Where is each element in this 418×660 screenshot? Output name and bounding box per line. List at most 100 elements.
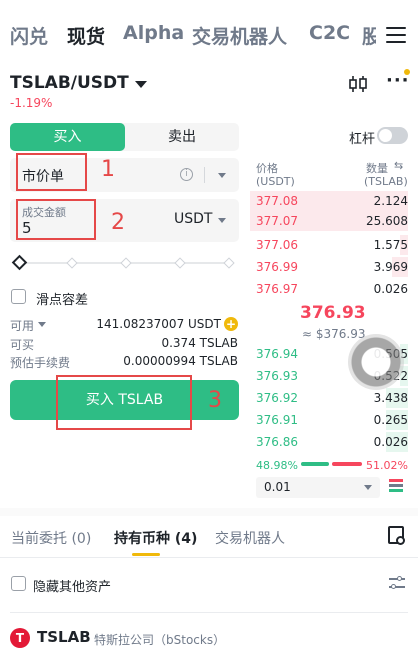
bid-qty: 3.438 [373, 391, 408, 405]
hide-other-assets-label: 隐藏其他资产 [33, 580, 112, 595]
nav-tab-spot[interactable]: 现货 [67, 22, 105, 49]
tab-holdings[interactable]: 持有币种 (4) [114, 528, 197, 548]
bid-qty: 0.265 [373, 413, 408, 427]
bid-row[interactable]: 376.86 0.026 [248, 432, 418, 452]
more-icon[interactable]: ··· [386, 72, 409, 94]
divider [204, 167, 205, 183]
bid-qty: 0.026 [373, 435, 408, 449]
pair-dropdown-icon[interactable] [135, 81, 147, 88]
slider-mark-100[interactable] [223, 257, 235, 269]
tesla-logo: T [10, 628, 30, 648]
ask-qty: 3.969 [373, 260, 408, 274]
top-nav: 闪兑 现货 Alpha 交易机器人 C2C 股 [0, 0, 418, 70]
annotation-number-3: 3 [208, 388, 222, 413]
bid-row[interactable]: 376.92 3.438 [248, 388, 418, 408]
annotation-box-3 [56, 375, 192, 430]
can-buy-label: 可买 [10, 338, 35, 352]
ask-row[interactable]: 377.06 1.575 [248, 235, 418, 255]
sell-ratio-bar [332, 462, 362, 466]
sell-tab[interactable]: 卖出 [125, 123, 239, 151]
price-header: 价格 [256, 162, 278, 175]
slider-mark-75[interactable] [174, 257, 186, 269]
asset-name: 特斯拉公司（bStocks） [94, 633, 226, 647]
qty-header: 数量 [366, 162, 388, 175]
info-icon[interactable]: i [180, 168, 193, 181]
chevron-down-icon[interactable] [38, 322, 46, 327]
annotation-number-1: 1 [101, 157, 115, 182]
fee-value: 0.00000994 TSLAB [123, 354, 238, 368]
asset-symbol[interactable]: TSLAB [37, 628, 91, 646]
ask-row[interactable]: 377.08 2.124 [248, 191, 418, 211]
hide-other-assets-checkbox[interactable] [11, 576, 26, 591]
buy-sell-toggle: 买入 卖出 [10, 123, 239, 151]
nav-tab-trading-bot[interactable]: 交易机器人 [192, 22, 287, 49]
qty-unit: (TSLAB) [364, 175, 408, 188]
ask-qty: 2.124 [373, 194, 408, 208]
chevron-down-icon [364, 485, 372, 490]
slippage-label: 滑点容差 [36, 293, 89, 308]
slider-thumb[interactable] [11, 254, 28, 271]
ask-price: 377.06 [256, 238, 298, 252]
layout-icon[interactable] [389, 479, 403, 493]
leverage-label: 杠杆 [349, 132, 376, 147]
nav-tab-convert[interactable]: 闪兑 [10, 22, 48, 49]
last-price-usd: ≈ $376.93 [302, 327, 366, 341]
bid-price: 376.94 [256, 347, 298, 361]
available-label: 可用 [10, 319, 35, 333]
slider-mark-25[interactable] [66, 257, 78, 269]
slippage-checkbox[interactable] [11, 289, 26, 304]
ask-row[interactable]: 376.99 3.969 [248, 257, 418, 277]
divider [10, 612, 408, 613]
ask-row[interactable]: 377.07 25.608 [248, 211, 418, 231]
nav-tab-c2c[interactable]: C2C [309, 22, 350, 44]
candlestick-icon[interactable] [348, 74, 368, 94]
toggle-knob [379, 129, 392, 142]
section-divider [0, 508, 418, 516]
chevron-down-icon [218, 218, 226, 223]
slider-mark-50[interactable] [120, 257, 132, 269]
active-tab-indicator [132, 553, 160, 556]
annotation-box-1 [16, 153, 87, 191]
history-icon[interactable] [388, 526, 405, 545]
tab-divider [0, 557, 418, 558]
last-price: 376.93 [300, 303, 366, 323]
tab-open-orders[interactable]: 当前委托 (0) [11, 528, 91, 548]
buy-tab[interactable]: 买入 [10, 123, 125, 151]
ask-price: 377.08 [256, 194, 298, 208]
ask-qty: 1.575 [373, 238, 408, 252]
buy-ratio-bar [301, 462, 329, 466]
leverage-toggle[interactable] [377, 127, 408, 144]
bid-price: 376.86 [256, 435, 298, 449]
pair-change: -1.19% [10, 96, 53, 110]
bid-price: 376.93 [256, 369, 298, 383]
can-buy-value: 0.374 TSLAB [161, 336, 238, 350]
amount-unit-select[interactable]: USDT [174, 211, 212, 227]
pair-symbol[interactable]: TSLAB/USDT [10, 73, 129, 93]
plus-icon[interactable]: + [224, 317, 238, 331]
chevron-down-icon [218, 173, 226, 178]
annotation-number-2: 2 [111, 210, 125, 235]
ask-price: 376.99 [256, 260, 298, 274]
amount-slider[interactable] [11, 254, 236, 271]
nav-tab-alpha[interactable]: Alpha [123, 22, 184, 44]
bid-price: 376.91 [256, 413, 298, 427]
bid-price: 376.92 [256, 391, 298, 405]
annotation-box-2 [16, 199, 96, 240]
menu-icon[interactable] [386, 26, 406, 44]
ask-price: 376.97 [256, 282, 298, 296]
swap-icon[interactable]: ⇆ [394, 159, 403, 172]
nav-tab-stocks[interactable]: 股 [362, 22, 376, 49]
ask-row[interactable]: 376.97 0.026 [248, 279, 418, 299]
bid-row[interactable]: 376.91 0.265 [248, 410, 418, 430]
fee-label: 预估手续费 [10, 356, 71, 370]
floating-assist-button[interactable] [348, 334, 404, 390]
notification-dot [404, 69, 410, 75]
precision-value: 0.01 [264, 480, 291, 494]
precision-select[interactable]: 0.01 [256, 477, 380, 498]
tab-trading-bot[interactable]: 交易机器人 [215, 528, 285, 548]
sell-ratio: 51.02% [366, 459, 408, 472]
ask-price: 377.07 [256, 214, 298, 228]
price-unit: (USDT) [256, 175, 295, 188]
clock-icon [396, 536, 405, 545]
filter-icon[interactable] [389, 576, 405, 590]
